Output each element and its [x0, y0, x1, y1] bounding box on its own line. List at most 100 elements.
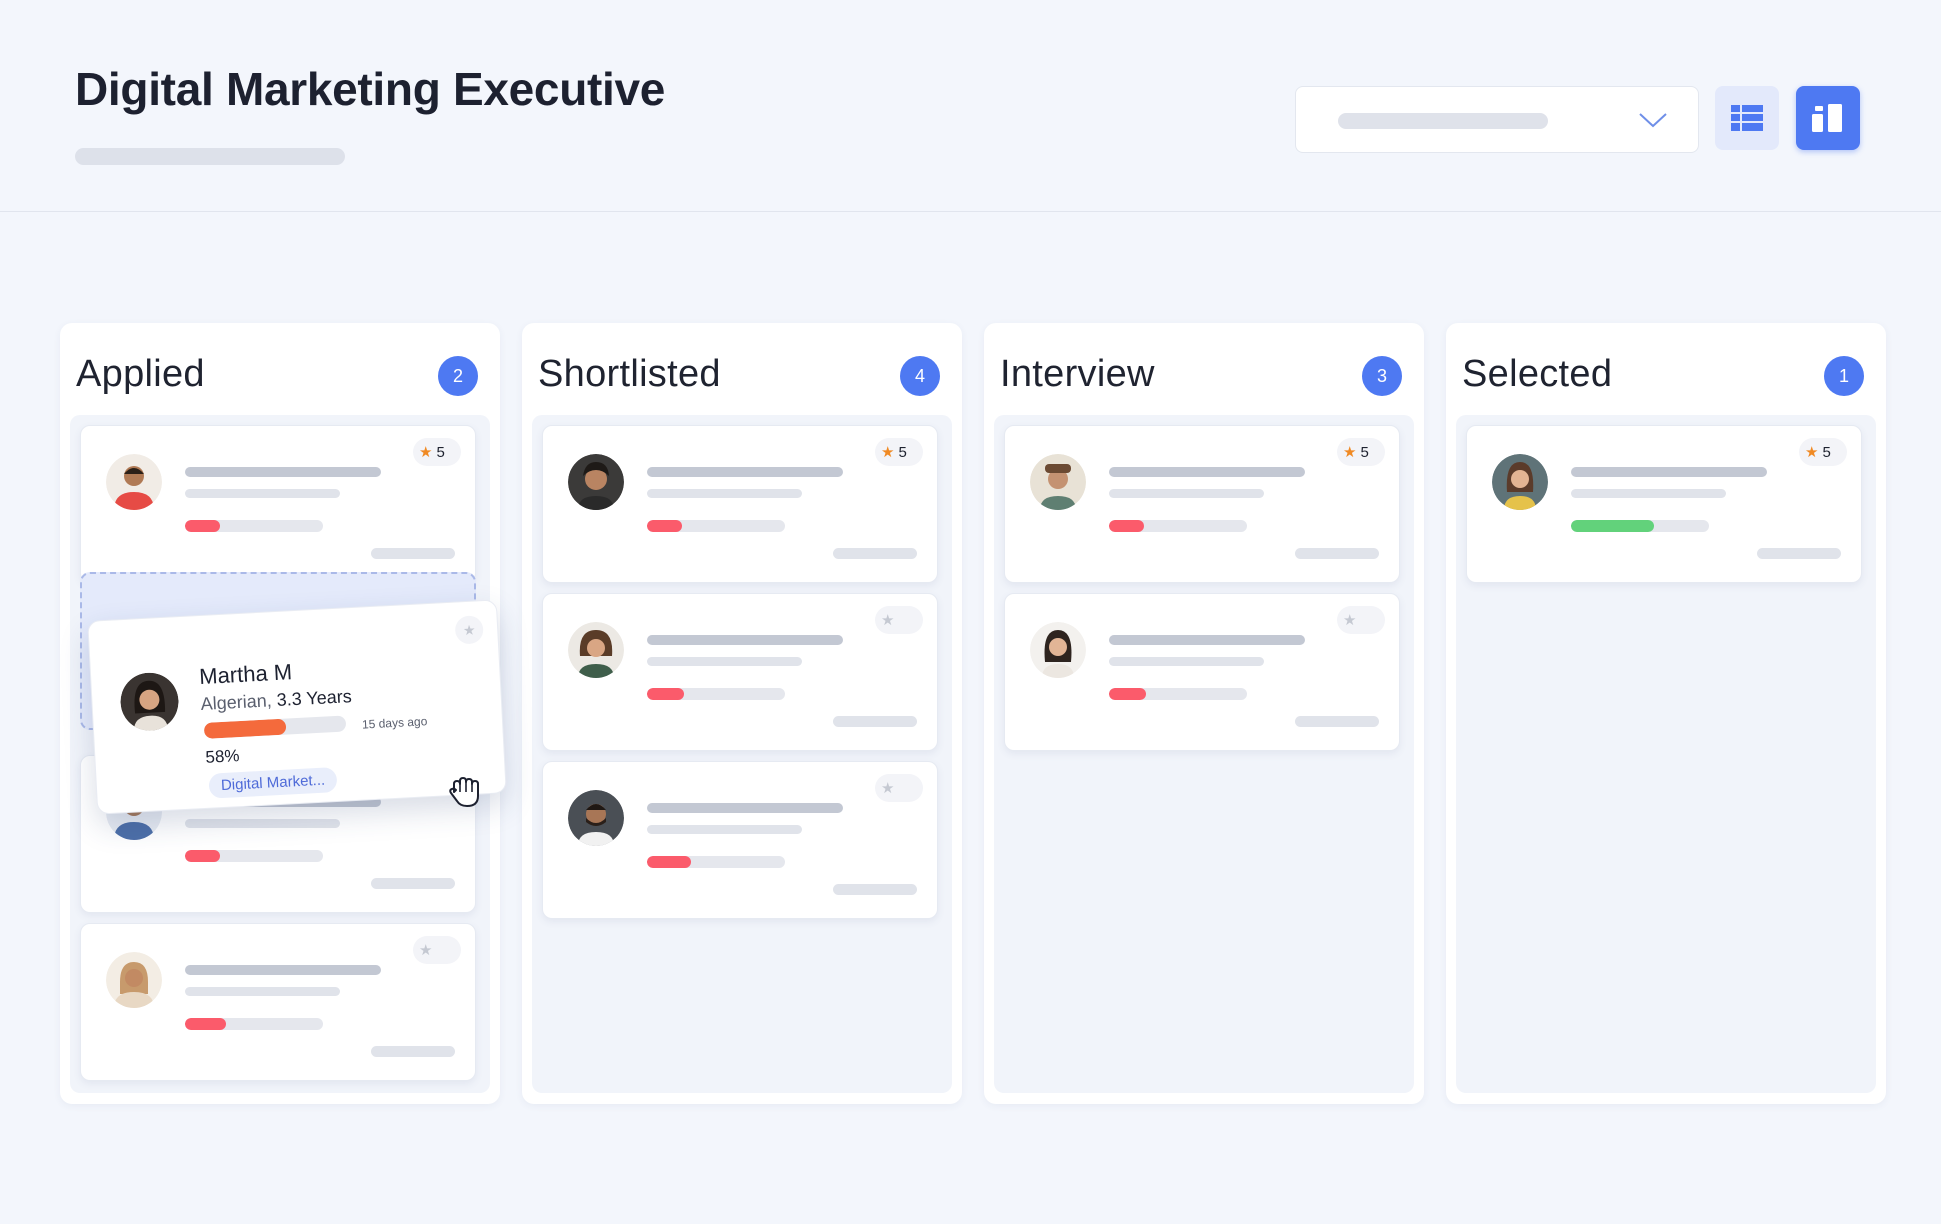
progress-fill	[185, 520, 220, 532]
avatar-man-curly-hair-icon	[568, 454, 624, 510]
candidate-card[interactable]: ★ 5	[542, 425, 938, 583]
candidate-card[interactable]: ★	[542, 593, 938, 751]
progress-fill	[647, 856, 692, 868]
time-placeholder	[1757, 548, 1841, 559]
column-body: ★ 5 ★	[994, 415, 1414, 1093]
detail-placeholder	[1571, 489, 1726, 498]
filter-dropdown[interactable]	[1295, 86, 1699, 153]
column-count-badge: 1	[1824, 356, 1864, 396]
match-progress-bar	[647, 856, 785, 868]
time-placeholder	[371, 878, 455, 889]
candidate-avatar	[568, 454, 624, 510]
time-placeholder	[833, 716, 917, 727]
time-placeholder	[371, 1046, 455, 1057]
column-body: ★ 5 ★ ★	[532, 415, 952, 1093]
match-progress-bar	[1109, 688, 1247, 700]
grid-view-button[interactable]	[1715, 86, 1779, 150]
match-percent: 58%	[205, 746, 240, 767]
name-placeholder	[185, 965, 381, 975]
candidate-avatar	[568, 790, 624, 846]
candidate-avatar	[1030, 622, 1086, 678]
rating-badge[interactable]: ★	[413, 936, 461, 964]
candidate-name: Martha M	[198, 659, 293, 690]
progress-fill	[647, 520, 682, 532]
progress-fill	[1571, 520, 1654, 532]
name-placeholder	[1109, 467, 1305, 477]
time-placeholder	[833, 548, 917, 559]
name-placeholder	[1109, 635, 1305, 645]
progress-fill	[203, 718, 287, 739]
column-title: Applied	[76, 353, 205, 395]
star-icon: ★	[881, 444, 895, 461]
page-title: Digital Marketing Executive	[75, 63, 666, 115]
candidate-avatar	[106, 952, 162, 1008]
rating-badge[interactable]: ★ 5	[1337, 438, 1385, 466]
star-icon: ★	[419, 444, 433, 461]
detail-placeholder	[647, 489, 802, 498]
candidate-avatar	[119, 671, 180, 732]
rating-badge[interactable]: ★	[875, 606, 923, 634]
star-icon: ★	[1343, 612, 1357, 629]
subtitle-placeholder	[75, 148, 345, 165]
column-count-badge: 2	[438, 356, 478, 396]
rating-badge[interactable]: ★	[875, 774, 923, 802]
kanban-view-button[interactable]	[1796, 86, 1860, 150]
avatar-man-hat-icon	[1030, 454, 1086, 510]
match-progress-bar	[1571, 520, 1709, 532]
candidate-card[interactable]: ★ 5	[80, 425, 476, 583]
match-progress-bar	[647, 688, 785, 700]
time-placeholder	[371, 548, 455, 559]
detail-placeholder	[647, 657, 802, 666]
detail-placeholder	[185, 489, 340, 498]
name-placeholder	[1571, 467, 1767, 477]
column-shortlisted: Shortlisted 4 ★ 5 ★ ★	[522, 323, 962, 1104]
match-progress-bar	[185, 850, 323, 862]
rating-badge[interactable]: ★ 5	[413, 438, 461, 466]
star-icon[interactable]: ★	[454, 615, 484, 645]
role-tag[interactable]: Digital Market...	[208, 767, 338, 799]
page-header: Digital Marketing Executive	[0, 0, 1941, 212]
candidate-avatar	[1030, 454, 1086, 510]
candidate-card[interactable]: ★ 5	[1004, 425, 1400, 583]
rating-badge[interactable]: ★	[1337, 606, 1385, 634]
star-icon: ★	[881, 612, 895, 629]
avatar-woman-long-hair-icon	[1030, 622, 1086, 678]
candidate-avatar	[568, 622, 624, 678]
detail-placeholder	[1109, 657, 1264, 666]
star-icon: ★	[419, 942, 433, 959]
candidate-card[interactable]: ★	[542, 761, 938, 919]
name-placeholder	[185, 467, 381, 477]
rating-value: 5	[1360, 443, 1369, 461]
match-progress-bar	[185, 520, 323, 532]
column-selected: Selected 1 ★ 5	[1446, 323, 1886, 1104]
rating-value: 5	[436, 443, 445, 461]
candidate-card[interactable]: ★	[80, 923, 476, 1081]
name-placeholder	[647, 467, 843, 477]
column-body: ★ 5	[1456, 415, 1876, 1093]
match-progress-bar	[203, 715, 347, 739]
avatar-man-red-shirt-icon	[106, 454, 162, 510]
match-progress-bar	[647, 520, 785, 532]
rating-value: 5	[898, 443, 907, 461]
grid-icon	[1731, 105, 1763, 131]
rating-badge[interactable]: ★ 5	[1799, 438, 1847, 466]
rating-badge[interactable]: ★ 5	[875, 438, 923, 466]
dropdown-value-placeholder	[1338, 113, 1548, 129]
avatar-woman-smiling-icon	[120, 672, 179, 732]
avatar-woman-headscarf-icon	[106, 952, 162, 1008]
candidate-card[interactable]: ★	[1004, 593, 1400, 751]
star-icon: ★	[881, 780, 895, 797]
avatar-woman-curly-hair-icon	[568, 622, 624, 678]
candidate-card[interactable]: ★ 5	[1466, 425, 1862, 583]
candidate-avatar	[106, 454, 162, 510]
applied-time: 15 days ago	[361, 714, 428, 732]
progress-fill	[1109, 688, 1147, 700]
candidate-avatar	[1492, 454, 1548, 510]
progress-fill	[647, 688, 685, 700]
detail-placeholder	[647, 825, 802, 834]
name-placeholder	[647, 635, 843, 645]
column-title: Shortlisted	[538, 353, 721, 395]
column-title: Selected	[1462, 353, 1613, 395]
chevron-down-icon	[1639, 113, 1667, 128]
progress-fill	[1109, 520, 1144, 532]
